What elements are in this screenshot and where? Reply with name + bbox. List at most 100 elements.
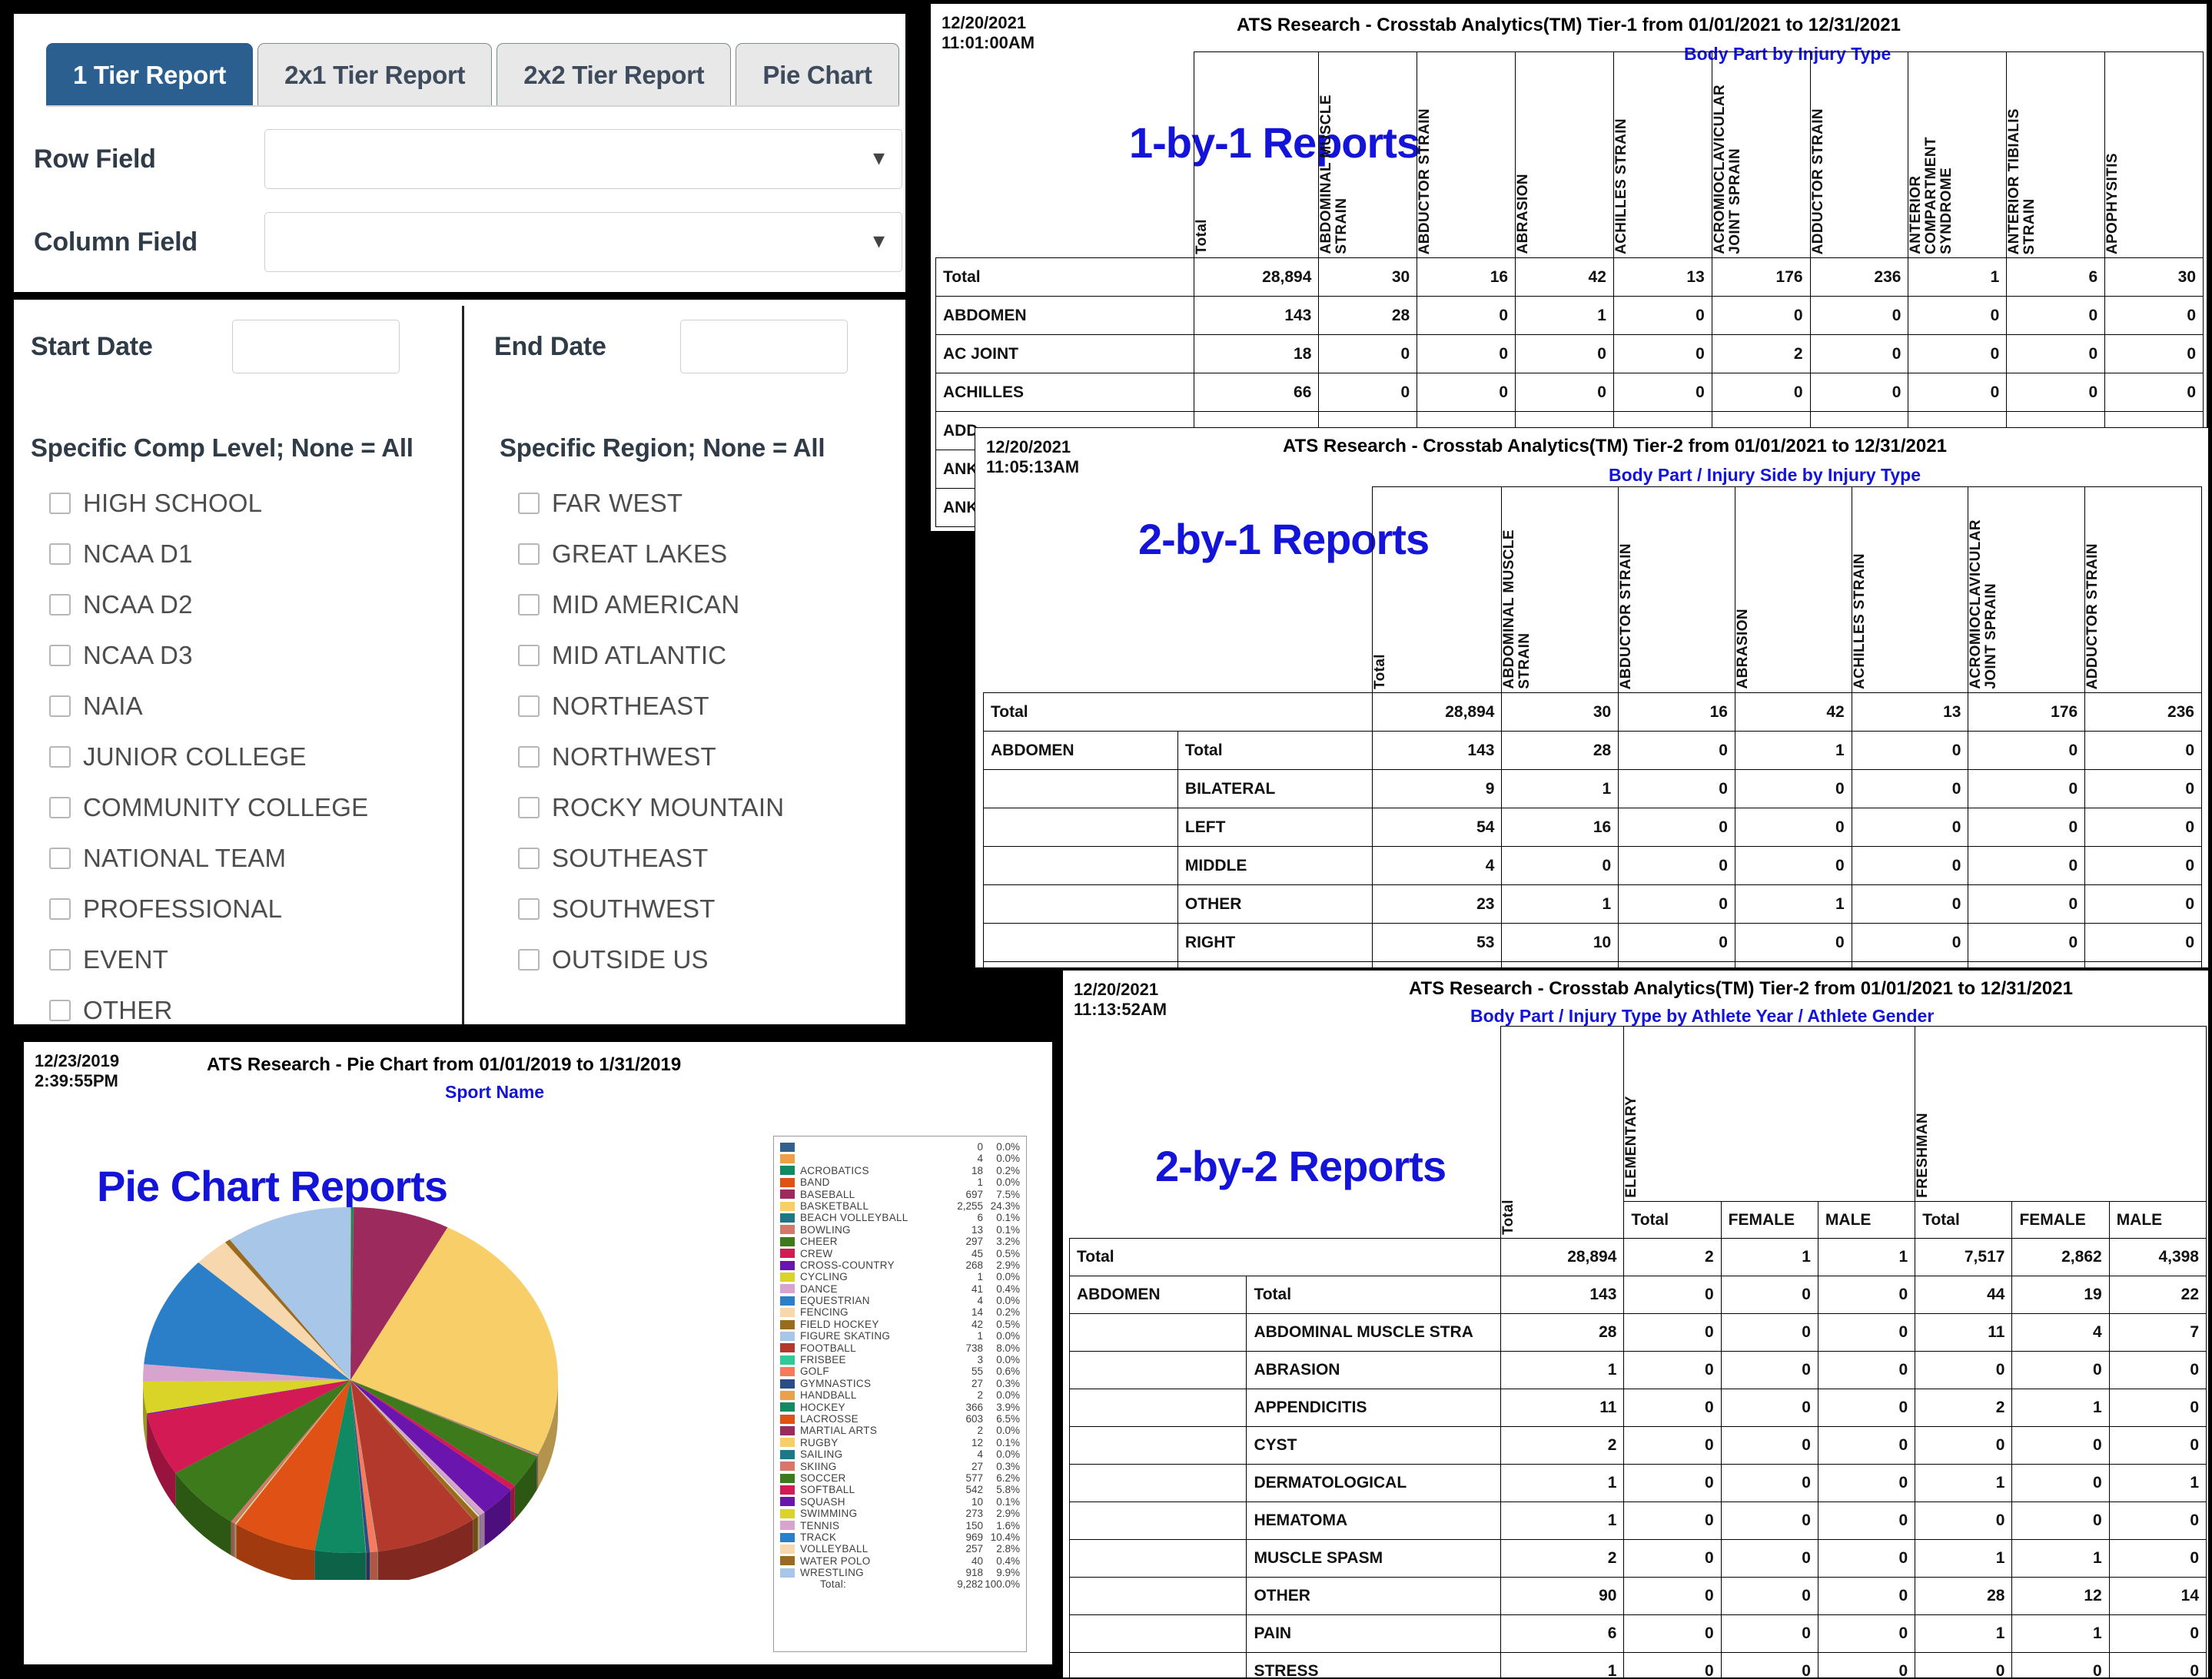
legend-value: 6 — [977, 1212, 983, 1224]
legend-value: 42 — [971, 1318, 983, 1330]
region-row[interactable]: SOUTHEAST — [518, 833, 902, 884]
comp-level-row[interactable]: HIGH SCHOOL — [49, 478, 449, 529]
table-cell: 1 — [1915, 1464, 2013, 1502]
legend-item: FIGURE SKATING 1 0.0% — [780, 1330, 1020, 1342]
column-subheader: FEMALE — [2011, 1201, 2110, 1239]
checkbox-icon[interactable] — [518, 594, 540, 616]
region-label: MID AMERICAN — [552, 590, 740, 619]
end-date-input[interactable] — [680, 320, 848, 373]
row-sub-label: ABRASION — [1246, 1351, 1502, 1389]
checkbox-icon[interactable] — [49, 797, 71, 818]
table-cell: 0 — [1613, 373, 1712, 412]
checkbox-icon[interactable] — [49, 695, 71, 717]
legend-item: ACROBATICS 18 0.2% — [780, 1165, 1020, 1176]
comp-level-row[interactable]: EVENT — [49, 934, 449, 985]
legend-percent: 0.0% — [996, 1176, 1020, 1189]
legend-percent: 0.3% — [996, 1377, 1020, 1389]
column-header: ACROMIOCLAVICULAR JOINT SPRAIN — [1968, 486, 2086, 693]
table-cell: 0 — [2104, 334, 2204, 373]
table-cell: 0 — [2011, 1652, 2110, 1677]
tab-2x1-tier-report[interactable]: 2x1 Tier Report — [257, 43, 493, 106]
legend-item: GYMNASTICS 27 0.3% — [780, 1378, 1020, 1389]
row-label: AC JOINT — [935, 334, 1194, 373]
tab-2x2-tier-report[interactable]: 2x2 Tier Report — [497, 43, 732, 106]
checkbox-icon[interactable] — [49, 1000, 71, 1021]
table-cell: 1 — [2011, 1539, 2110, 1578]
checkbox-icon[interactable] — [518, 848, 540, 869]
header-corner — [1247, 1027, 1501, 1202]
column-header: Total — [1194, 51, 1320, 258]
table-cell: 0 — [1851, 923, 1969, 962]
legend-percent: 0.5% — [996, 1247, 1020, 1259]
table-cell: 1 — [2108, 1464, 2207, 1502]
region-row[interactable]: NORTHEAST — [518, 681, 902, 732]
checkbox-icon[interactable] — [518, 543, 540, 565]
region-row[interactable]: MID ATLANTIC — [518, 630, 902, 681]
region-row[interactable]: ROCKY MOUNTAIN — [518, 782, 902, 833]
comp-level-row[interactable]: NATIONAL TEAM — [49, 833, 449, 884]
checkbox-icon[interactable] — [518, 746, 540, 768]
table-cell: 0 — [1613, 296, 1712, 335]
tab-1-tier-report[interactable]: 1 Tier Report — [46, 43, 254, 106]
report-date-1by1: 12/20/2021 — [942, 13, 1027, 32]
report-time-pie: 2:39:55PM — [35, 1070, 118, 1090]
region-row[interactable]: NORTHWEST — [518, 732, 902, 782]
comp-level-row[interactable]: NCAA D3 — [49, 630, 449, 681]
region-row[interactable]: FAR WEST — [518, 478, 902, 529]
table-cell: 0 — [1711, 373, 1811, 412]
column-header-label: ABRASION — [1734, 609, 1751, 689]
table-cell: 1 — [1500, 1501, 1625, 1540]
checkbox-icon[interactable] — [49, 949, 71, 971]
legend-swatch-icon — [780, 1556, 795, 1566]
comp-level-row[interactable]: JUNIOR COLLEGE — [49, 732, 449, 782]
checkbox-icon[interactable] — [49, 898, 71, 920]
legend-value: 55 — [971, 1365, 983, 1378]
checkbox-icon[interactable] — [518, 949, 540, 971]
legend-label: FOOTBALL — [800, 1342, 856, 1354]
legend-label: BAND — [800, 1176, 830, 1189]
comp-level-row[interactable]: NCAA D1 — [49, 529, 449, 579]
legend-value: 4 — [977, 1295, 983, 1307]
checkbox-icon[interactable] — [518, 493, 540, 514]
region-row[interactable]: OUTSIDE US — [518, 934, 902, 985]
table-cell: 0 — [1817, 1276, 1916, 1314]
region-row[interactable]: MID AMERICAN — [518, 579, 902, 630]
table-row: MUSCLE SPASM 2 0 0 0 1 1 0 — [1068, 1539, 2207, 1578]
comp-level-row[interactable]: NAIA — [49, 681, 449, 732]
report-timestamp-pie: 12/23/2019 2:39:55PM — [35, 1051, 119, 1091]
checkbox-icon[interactable] — [518, 695, 540, 717]
comp-level-row[interactable]: COMMUNITY COLLEGE — [49, 782, 449, 833]
comp-level-row[interactable]: PROFESSIONAL — [49, 884, 449, 934]
comp-level-row[interactable]: OTHER — [49, 985, 449, 1024]
legend-swatch-icon — [780, 1390, 795, 1400]
checkbox-icon[interactable] — [49, 493, 71, 514]
checkbox-icon[interactable] — [518, 898, 540, 920]
region-row[interactable]: GREAT LAKES — [518, 529, 902, 579]
table-cell: 0 — [2084, 769, 2202, 808]
checkbox-icon[interactable] — [49, 594, 71, 616]
table-cell: 6 — [1500, 1614, 1625, 1653]
row-field-select[interactable]: ▾ — [264, 129, 902, 189]
start-date-input[interactable] — [232, 320, 400, 373]
checkbox-icon[interactable] — [49, 543, 71, 565]
checkbox-icon[interactable] — [518, 797, 540, 818]
comp-level-label: NCAA D1 — [83, 539, 193, 568]
row-field-label: Row Field — [34, 144, 156, 174]
checkbox-icon[interactable] — [49, 848, 71, 869]
checkbox-icon[interactable] — [518, 645, 540, 666]
legend-percent: 0.0% — [996, 1425, 1020, 1437]
table-cell: 2 — [1500, 1426, 1625, 1465]
legend-label: BASKETBALL — [800, 1200, 869, 1212]
checkbox-icon[interactable] — [49, 746, 71, 768]
comp-level-row[interactable]: NCAA D2 — [49, 579, 449, 630]
column-subheader: Total — [1623, 1201, 1722, 1239]
legend-value: 27 — [971, 1377, 983, 1389]
table-cell: 0 — [1908, 296, 2008, 335]
table-cell: 0 — [1618, 884, 1735, 924]
column-field-select[interactable]: ▾ — [264, 212, 902, 272]
tab-pie-chart[interactable]: Pie Chart — [736, 43, 899, 106]
table-cell: 0 — [1501, 846, 1619, 885]
checkbox-icon[interactable] — [49, 645, 71, 666]
region-row[interactable]: SOUTHWEST — [518, 884, 902, 934]
section-divider — [14, 292, 905, 300]
